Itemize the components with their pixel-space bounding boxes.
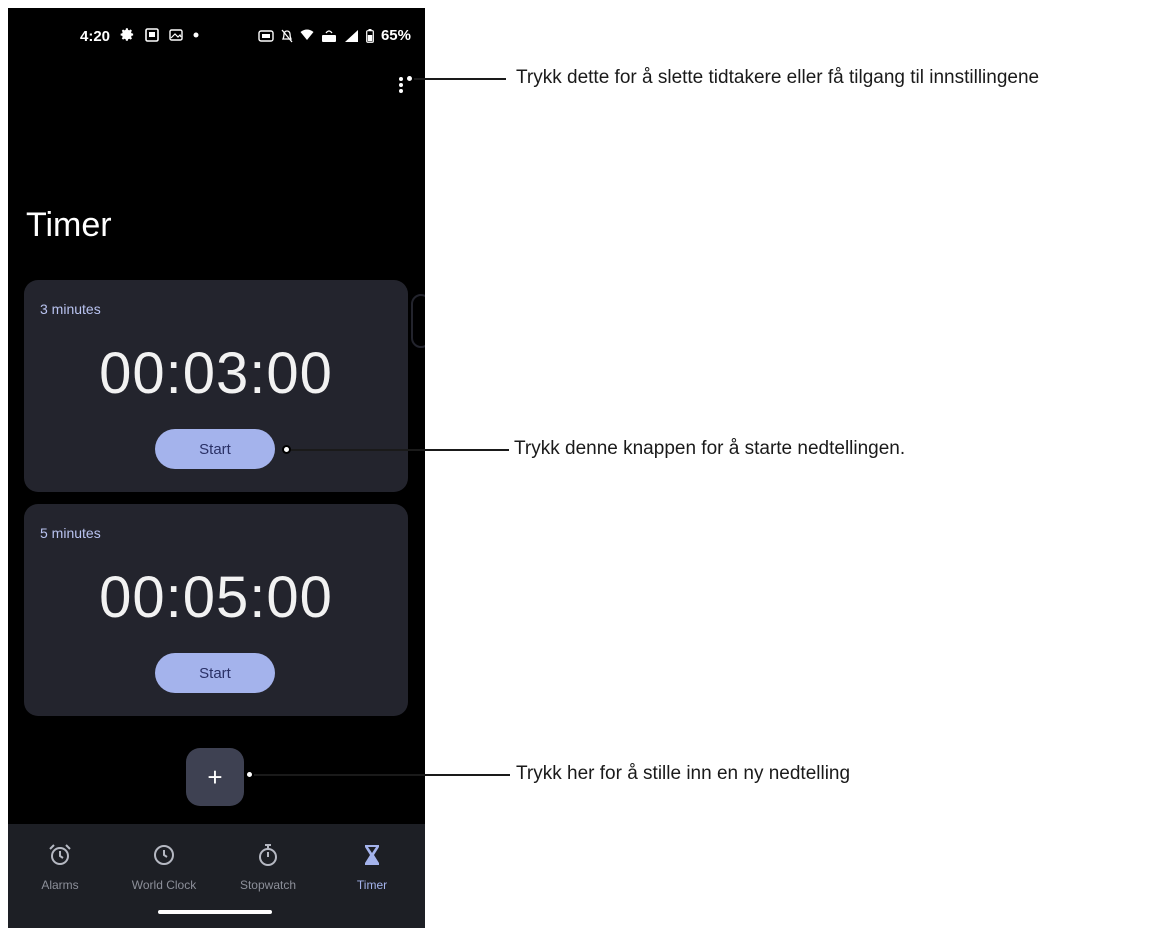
nav-item-timer[interactable]: Timer — [320, 842, 424, 892]
callout-marker — [405, 74, 414, 83]
start-button[interactable]: Start — [155, 653, 275, 693]
screenshot-icon — [145, 27, 159, 42]
hourglass-icon — [320, 842, 424, 872]
nav-item-world-clock[interactable]: World Clock — [112, 842, 216, 892]
start-button[interactable]: Start — [155, 429, 275, 469]
status-time: 4:20 — [80, 28, 111, 45]
add-timer-button[interactable]: + — [186, 748, 244, 806]
callout-line — [291, 449, 509, 451]
clock-icon — [112, 842, 216, 872]
stopwatch-icon — [216, 842, 320, 872]
battery-percent: 65% — [380, 27, 411, 44]
timer-label[interactable]: 3 minutes — [40, 301, 101, 317]
callout-menu-text: Trykk dette for å slette tidtakere eller… — [516, 67, 1040, 88]
nav-item-alarms[interactable]: Alarms — [8, 842, 112, 892]
alarm-icon — [8, 842, 112, 872]
callout-add-text: Trykk her for å stille inn en ny nedtell… — [516, 763, 851, 784]
nav-label: Alarms — [41, 878, 79, 892]
callout-line — [414, 78, 506, 80]
status-bar: 4:20 65% — [8, 8, 425, 66]
callout-marker — [282, 445, 291, 454]
page-title: Timer — [26, 206, 112, 244]
timer-label[interactable]: 5 minutes — [40, 525, 101, 541]
nav-label: Stopwatch — [239, 878, 297, 892]
nav-label: World Clock — [131, 878, 197, 892]
callout-line — [254, 774, 510, 776]
phone-screen: 4:20 65% Timer 3 minutes 00:03:00 Start … — [8, 8, 425, 928]
image-icon — [169, 28, 183, 41]
silent-icon — [281, 29, 293, 43]
timer-card[interactable]: 5 minutes 00:05:00 Start — [24, 504, 408, 716]
battery-icon — [366, 28, 374, 43]
callout-marker — [245, 770, 254, 779]
next-page-peek — [411, 294, 425, 348]
nav-item-stopwatch[interactable]: Stopwatch — [216, 842, 320, 892]
timer-time: 00:03:00 — [99, 341, 333, 406]
settings-gear-icon — [120, 27, 135, 42]
callout-start-text: Trykk denne knappen for å starte nedtell… — [514, 438, 906, 459]
timer-time: 00:05:00 — [99, 565, 333, 630]
wifi-icon — [300, 29, 314, 42]
volte-icon — [321, 28, 337, 43]
notification-dot-icon — [193, 32, 199, 38]
auto-brightness-icon — [258, 29, 274, 42]
signal-icon — [344, 29, 359, 43]
timer-card[interactable]: 3 minutes 00:03:00 Start — [24, 280, 408, 492]
home-indicator[interactable] — [158, 910, 272, 914]
nav-label: Timer — [356, 878, 388, 892]
